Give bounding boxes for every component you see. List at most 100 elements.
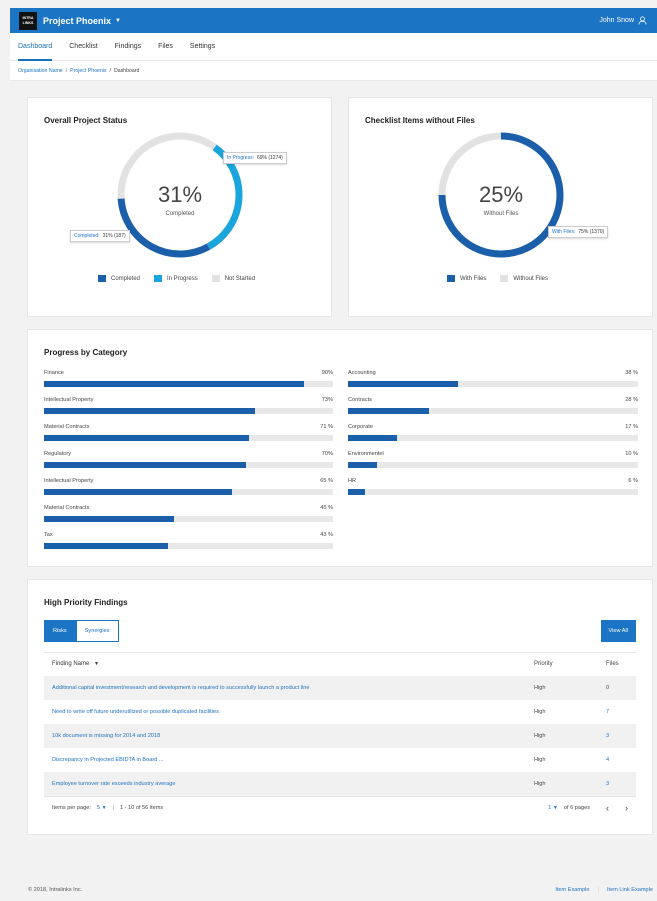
user-menu[interactable]: John Snow [599,16,647,25]
footer-link-item-link-example[interactable]: Item Link Example [607,887,653,893]
legend-label: In Progress [167,275,198,282]
category-progress-row: Material Contracts 71 % [44,424,333,441]
progress-fill [44,516,175,522]
legend-with-files[interactable]: With Files [447,275,486,282]
progress-fill [44,462,247,468]
finding-priority: High [534,781,546,787]
category-progress-row: Material Contracts 45 % [44,505,333,522]
progress-fill [44,435,250,441]
tab-checklist[interactable]: Checklist [69,33,97,61]
finding-files-link[interactable]: 3 [606,733,636,739]
progress-track [44,381,333,387]
caret-down-icon: ▼ [101,804,107,811]
project-title[interactable]: Project Phoenix [43,16,111,26]
progress-track [44,489,333,495]
progress-fill [44,408,255,414]
progress-card: Progress by Category Finance 90% Intellect… [27,329,653,567]
legend-in-progress[interactable]: In Progress [154,275,198,282]
category-percent: 17 % [625,424,638,430]
finding-name-link[interactable]: Need to write off future underutilized o… [44,709,534,715]
progress-track [348,435,638,441]
finding-name-link[interactable]: Employee turnover rate exceeds industry … [44,781,534,787]
tooltip-completed: Completed: 31% (187) [70,230,130,242]
col-files: Files [606,660,619,667]
progress-fill [44,381,305,387]
category-percent: 71 % [320,424,333,430]
tooltip-in-progress: In Progress: 69% (1274) [223,152,287,164]
category-percent: 73% [321,397,333,403]
completed-label: Completed [165,211,195,217]
card-title: Progress by Category [44,348,128,357]
finding-priority: High [534,709,546,715]
progress-fill [348,462,377,468]
pager-divider: | [112,804,114,811]
caret-down-icon[interactable]: ▼ [115,18,121,24]
completed-percent: 31% [157,182,203,207]
category-percent: 65 % [320,478,333,484]
synergies-tab[interactable]: Synergies [75,620,119,642]
legend-not-started[interactable]: Not Started [211,275,255,282]
breadcrumb-project[interactable]: Project Phoenix [70,68,106,74]
legend-label: Without Files [513,275,549,282]
tooltip-value: 75% (1370) [578,229,605,235]
per-page-value: 5 [96,804,100,811]
progress-fill [44,489,232,495]
finding-name-link[interactable]: 10k document is missing for 2014 and 201… [44,733,534,739]
finding-name-link[interactable]: Additional capital investment/research a… [44,685,534,691]
tab-dashboard[interactable]: Dashboard [18,33,53,61]
sort-caret-down-icon[interactable]: ▼ [94,661,99,667]
prev-page-icon[interactable]: ‹ [606,803,609,813]
category-progress-row: Intellectual Property 65 % [44,478,333,495]
finding-files-link[interactable]: 7 [606,709,636,715]
finding-name-link[interactable]: Discrepancy in Projected EBIDTA in Board… [44,757,534,763]
progress-track [348,462,638,468]
progress-fill [348,435,398,441]
progress-fill [348,381,459,387]
category-label: Intellectual Property [44,397,94,403]
category-progress-row: Environmentel 10 % [348,451,638,468]
category-progress-row: HR 6 % [348,478,638,495]
footer-link-item-example[interactable]: Item Example [555,887,589,893]
breadcrumb-separator: / [109,68,111,74]
table-row: 10k document is missing for 2014 and 201… [44,724,636,748]
tooltip-with-files: With Files: 75% (1370) [548,226,609,238]
logo-line-2: LINKS [22,20,34,25]
breadcrumb-separator: / [65,68,68,74]
finding-files-link[interactable]: 4 [606,757,636,763]
tab-files[interactable]: Files [158,33,173,61]
category-label: Finance [44,370,64,376]
legend-completed[interactable]: Completed [98,275,140,282]
finding-priority: High [534,733,546,739]
risks-tab[interactable]: Risks [44,620,76,642]
tab-settings[interactable]: Settings [190,33,215,61]
finding-priority: High [534,757,546,763]
intralinks-logo[interactable]: INTRA LINKS [19,11,37,30]
category-percent: 28 % [625,397,638,403]
tab-findings[interactable]: Findings [115,33,141,61]
footer-divider: | [597,887,599,893]
tooltip-label: In Progress: [227,155,254,161]
progress-track [348,489,638,495]
findings-table-header: Finding Name ▼ Priority Files [44,652,636,674]
next-page-icon[interactable]: › [625,803,628,813]
col-priority: Priority [534,660,553,667]
progress-fill [348,489,366,495]
donut-center: 25% Without Files [441,182,561,217]
category-progress-row: Tax 43 % [44,532,333,549]
category-progress-row: Contracts 28 % [348,397,638,414]
finding-files-link[interactable]: 3 [606,781,636,787]
category-percent: 90% [321,370,333,376]
legend-label: Completed [111,275,141,282]
items-per-page-select[interactable]: 5 ▼ [97,805,107,811]
page-select[interactable]: 1 ▼ [548,805,558,811]
col-finding-name[interactable]: Finding Name ▼ [44,661,534,667]
without-files-label: Without Files [483,211,519,217]
table-row: Employee turnover rate exceeds industry … [44,772,636,796]
legend-without-files[interactable]: Without Files [500,275,548,282]
without-files-percent: 25% [478,182,524,207]
breadcrumb-org[interactable]: Organisation Name [18,68,63,74]
status-legend: Completed In Progress Not Started [98,275,269,282]
view-all-button[interactable]: View All [600,620,636,642]
donut-center: 31% Completed [120,182,240,217]
category-label: Accounting [348,370,376,376]
